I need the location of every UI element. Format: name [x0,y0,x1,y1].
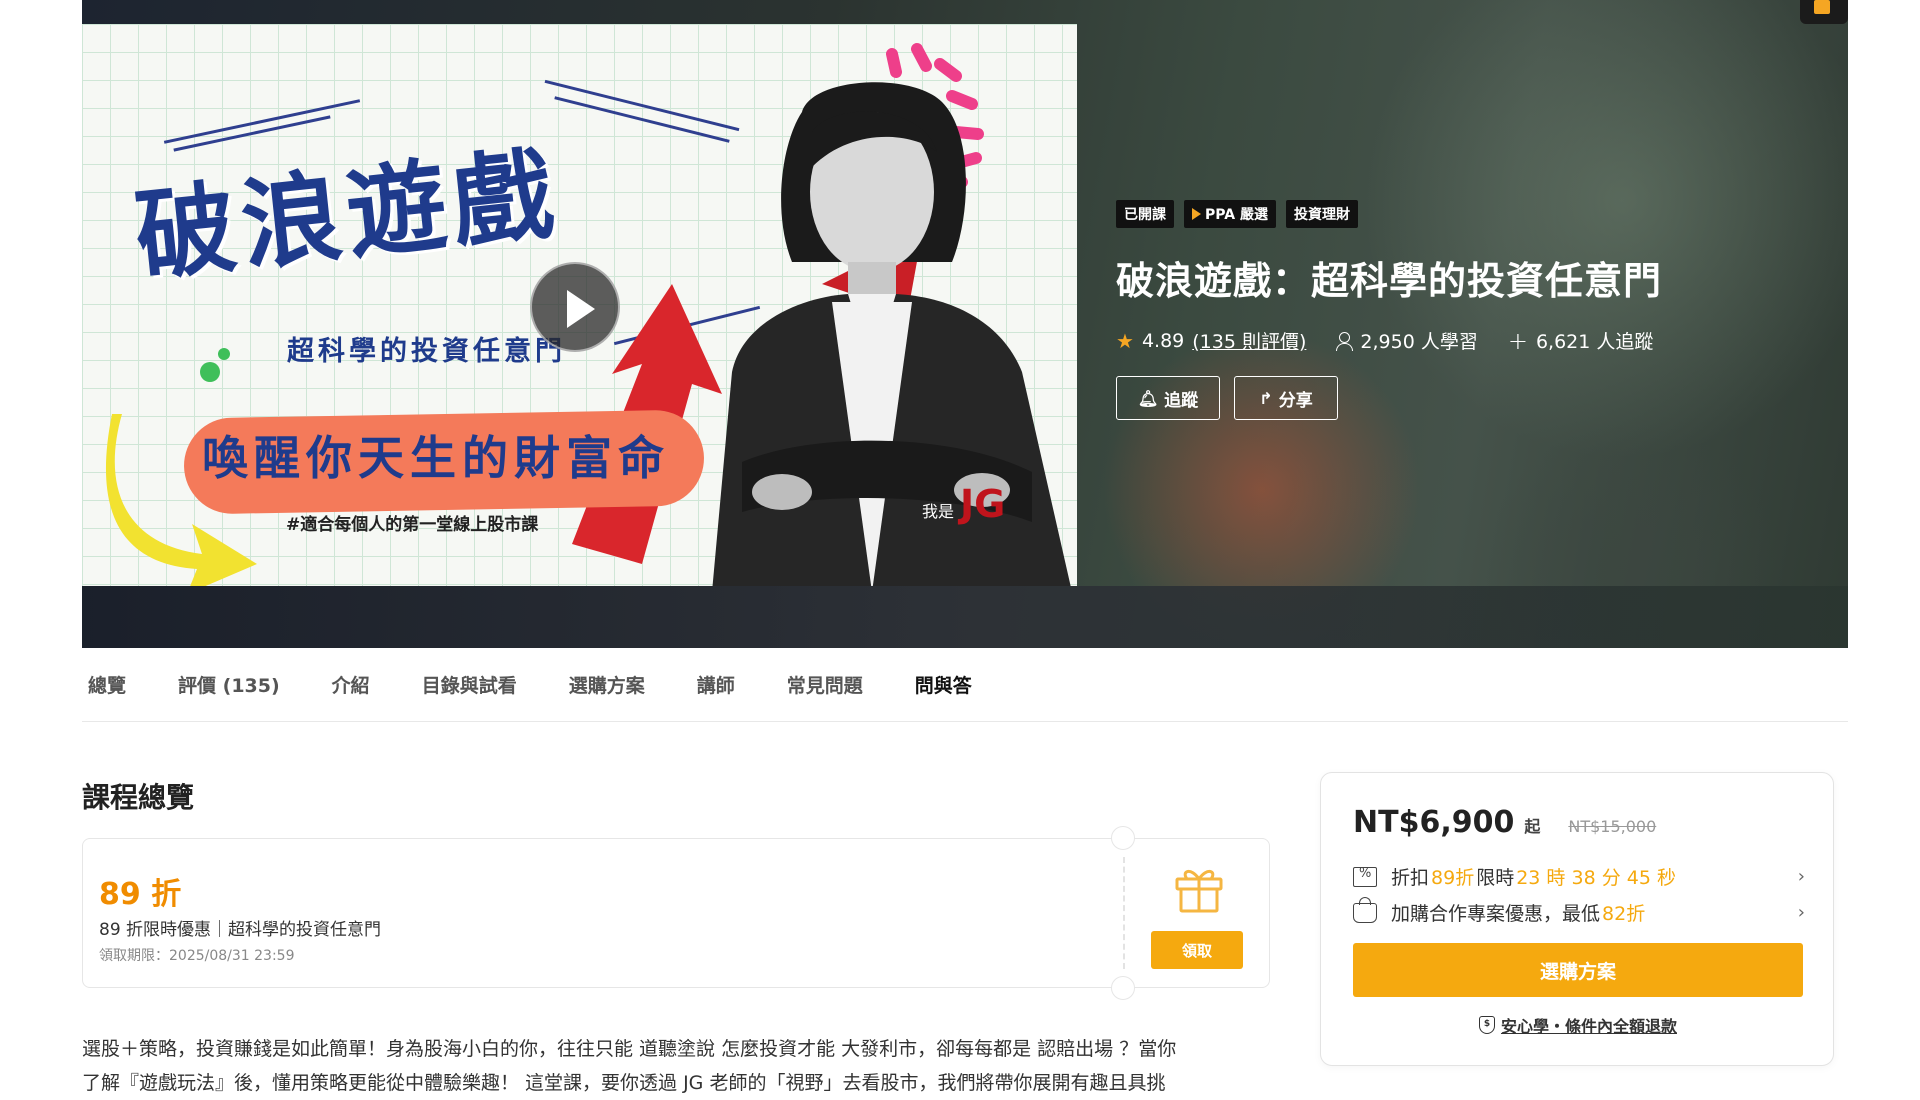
plus-icon: + [1507,326,1528,355]
course-title: 破浪遊戲：超科學的投資任意門 [1116,259,1663,303]
coupon-card: 89 折 89 折限時優惠｜超科學的投資任意門 領取期限：2025/08/31 … [82,826,1270,1000]
shield-icon: $ [1478,1016,1495,1034]
follow-button[interactable]: 🔔︎ 追蹤 [1116,376,1220,420]
coupon-notch [1111,826,1135,850]
play-triangle-icon [1192,208,1201,220]
refund-text: 安心學・條件內全額退款 [1500,1017,1677,1036]
learners-stat: 2,950 人學習 [1336,327,1478,354]
section-title: 課程總覽 [82,781,195,814]
tag-ppa: PPA 嚴選 [1184,200,1276,228]
course-tags: 已開課 PPA 嚴選 投資理財 [1116,200,1836,228]
signature-name: JG [960,482,1006,526]
discount-promo-row[interactable]: 折扣 89折 限時 23 時 38 分 45 秒 › [1353,863,1805,890]
coupon-divider [1123,857,1125,969]
signature-prefix: 我是 [922,502,955,521]
tag-category[interactable]: 投資理財 [1285,200,1358,228]
play-video-button[interactable] [530,262,620,352]
chevron-right-icon: › [1797,866,1805,887]
promo-limit-label: 限時 [1476,867,1515,889]
followers-stat: + 6,621 人追蹤 [1508,327,1654,354]
cover-title: 破浪遊戲 [129,135,564,296]
bell-icon: 🔔︎ [1137,388,1159,408]
share-label: 分享 [1278,390,1313,411]
tab-overview[interactable]: 總覽 [88,671,126,698]
current-price: NT$6,900 [1353,805,1515,840]
tag-label: 已開課 [1124,207,1166,223]
corner-gift-badge[interactable] [1800,0,1848,24]
follow-label: 追蹤 [1164,390,1199,411]
rating-stat: ★ 4.89 (135 則評價) [1116,327,1306,354]
chevron-right-icon: › [1797,902,1805,923]
coupon-deadline: 領取期限：2025/08/31 23:59 [99,948,295,964]
intro-line: 了解『遊戲玩法』後，懂用策略更能從中體驗樂趣！ 這堂課，要你透過 JG 老師的「… [82,1072,1166,1094]
tag-status: 已開課 [1116,200,1174,228]
course-cover-image[interactable]: 破浪遊戲 超科學的投資任意門 喚醒你天生的財富命 #適合每個人的第一堂線上股市課… [82,24,1077,586]
star-icon: ★ [1116,328,1134,353]
promo-rate: 89折 [1431,867,1475,889]
rating-value: 4.89 [1141,329,1185,352]
original-price: NT$15,000 [1568,817,1657,836]
green-dot [218,348,230,360]
reviews-link[interactable]: (135 則評價) [1192,327,1306,354]
price-row: NT$6,900 起 NT$15,000 [1353,805,1656,840]
cover-hashtag: #適合每個人的第一堂線上股市課 [286,515,539,535]
coupon-description: 89 折限時優惠｜超科學的投資任意門 [99,920,382,940]
promo-countdown: 23 時 38 分 45 秒 [1516,867,1676,889]
hero-backdrop-band [82,586,1848,648]
tab-curriculum[interactable]: 目錄與試看 [422,671,517,698]
tag-label: 投資理財 [1293,207,1350,223]
ticket-icon [1353,866,1377,887]
price-card: NT$6,900 起 NT$15,000 折扣 89折 限時 23 時 38 分… [1320,772,1834,1066]
cover-slogan: 喚醒你天生的財富命 [202,431,670,485]
course-tabs: 總覽 評價 (135) 介紹 目錄與試看 選購方案 講師 常見問題 問與答 [82,648,1848,722]
play-icon [567,290,595,328]
followers-count: 6,621 人追蹤 [1535,331,1654,353]
coupon-discount: 89 折 [99,877,182,912]
tab-plans[interactable]: 選購方案 [569,671,645,698]
cover-signature: 我是 JG [922,482,1005,526]
bag-icon [1353,896,1377,923]
tab-intro[interactable]: 介紹 [332,671,370,698]
tab-instructor[interactable]: 講師 [697,671,735,698]
course-hero: 破浪遊戲 超科學的投資任意門 喚醒你天生的財富命 #適合每個人的第一堂線上股市課… [82,0,1848,648]
share-button[interactable]: ↱ 分享 [1234,376,1338,420]
bundle-rate: 82折 [1602,903,1646,925]
learners-count: 2,950 人學習 [1360,331,1478,353]
buy-plan-button[interactable]: 選購方案 [1353,943,1803,997]
claim-coupon-button[interactable]: 領取 [1151,931,1243,969]
tag-label: PPA 嚴選 [1205,207,1268,223]
cover-subtitle: 超科學的投資任意門 [287,336,566,367]
user-icon [1336,331,1354,351]
share-icon: ↱ [1259,388,1273,408]
hero-actions: 🔔︎ 追蹤 ↱ 分享 [1116,376,1836,420]
price-suffix: 起 [1524,817,1541,836]
intro-line: 選股＋策略，投資賺錢是如此簡單！身為股海小白的你，往往只能 道聽塗說 怎麼投資才… [82,1038,1177,1060]
course-intro-text: 選股＋策略，投資賺錢是如此簡單！身為股海小白的你，往往只能 道聽塗說 怎麼投資才… [82,1032,1270,1100]
bundle-label: 加購合作專案優惠，最低 [1391,903,1601,925]
tab-faq[interactable]: 常見問題 [787,671,863,698]
promo-label: 折扣 [1391,867,1430,889]
bundle-promo-row[interactable]: 加購合作專案優惠，最低 82折 › [1353,896,1805,926]
course-stats: ★ 4.89 (135 則評價) 2,950 人學習 + 6,621 人追蹤 [1116,327,1836,354]
tab-qa[interactable]: 問與答 [915,671,972,698]
refund-policy-link[interactable]: $ 安心學・條件內全額退款 [1321,1013,1835,1037]
gift-icon [1814,0,1830,14]
coupon-notch [1111,976,1135,1000]
gift-icon [1175,870,1223,913]
instructor-photo [712,82,1071,586]
green-dot [200,362,220,382]
course-info: 已開課 PPA 嚴選 投資理財 破浪遊戲：超科學的投資任意門 ★ 4.89 (1… [1116,200,1836,420]
tab-reviews[interactable]: 評價 (135) [178,671,280,698]
